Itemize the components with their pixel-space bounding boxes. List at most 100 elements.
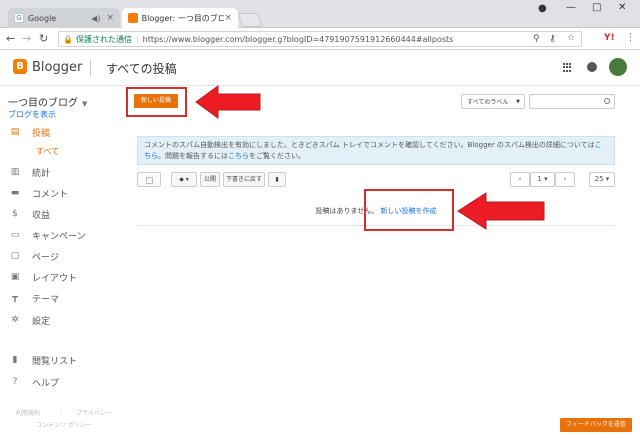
blogger-logo-icon[interactable]: B <box>13 59 27 74</box>
next-page-button[interactable]: › <box>555 172 575 187</box>
sidebar-item-reading-list[interactable]: ▮ 閲覧リスト <box>10 352 78 368</box>
chevron-down-icon: ▼ <box>82 100 88 108</box>
select-all-checkbox[interactable] <box>137 172 161 187</box>
annotation-box-new-post <box>126 87 187 117</box>
sidebar-item-label: キャンペーン <box>32 231 86 242</box>
label-menu-button[interactable]: ◆ ▾ <box>171 172 197 187</box>
help-icon: ? <box>12 377 18 387</box>
avatar[interactable] <box>609 58 627 76</box>
sidebar-item-help[interactable]: ? ヘルプ <box>10 374 59 390</box>
sidebar-item-label: 収益 <box>32 210 51 221</box>
tab-google[interactable]: G Google ◀) × <box>8 8 120 28</box>
dollar-icon: $ <box>12 209 18 219</box>
browser-tab-strip: G Google ◀) × Blogger: 一つ目のブログ - × ● — □… <box>0 0 640 28</box>
blogger-header: B Blogger すべての投稿 <box>0 50 640 86</box>
notice-text: をご覧ください。 <box>249 152 305 160</box>
search-icon[interactable] <box>604 98 610 104</box>
privacy-link[interactable]: プライバシー <box>76 408 112 417</box>
sidebar-item-settings[interactable]: ✲ 設定 <box>10 312 50 328</box>
posts-toolbar: ◆ ▾ 公開 下書きに戻す ▮ ‹ 1 ▾ › 25 ▾ <box>137 172 615 187</box>
new-tab-button[interactable] <box>237 13 263 27</box>
notice-text: コメントのスパム自動検出を有効にしました。ときどきスパム トレイでコメントを確認… <box>144 141 595 149</box>
sidebar-item-pages[interactable]: ▢ ページ <box>10 248 59 264</box>
menu-icon[interactable]: ⋮ <box>626 33 635 43</box>
address-bar[interactable]: 🔒 保護された通信 | https://www.blogger.com/blog… <box>58 31 582 47</box>
campaign-icon: ▭ <box>10 230 20 240</box>
sidebar-item-campaigns[interactable]: ▭ キャンペーン <box>10 227 86 243</box>
notice-text: 。問題を報告するには <box>158 152 228 160</box>
theme-icon: ┳ <box>12 293 18 303</box>
posts-icon: ▤ <box>10 127 20 137</box>
sidebar-item-label: ヘルプ <box>32 378 60 389</box>
speaker-icon: ◀) <box>91 13 101 23</box>
bookmark-icon: ▮ <box>12 355 18 365</box>
trash-icon[interactable]: ▮ <box>268 172 286 187</box>
star-icon[interactable]: ☆ <box>567 33 575 43</box>
terms-link[interactable]: 利用規約 <box>16 408 40 417</box>
content-policy-link[interactable]: コンテンツ ポリシー <box>36 420 92 429</box>
page-title: すべての投稿 <box>106 62 177 76</box>
sidebar-item-earnings[interactable]: $ 収益 <box>10 206 50 222</box>
close-icon[interactable]: × <box>224 13 232 23</box>
sidebar-item-label: 設定 <box>32 316 51 327</box>
notice-link-report[interactable]: こちら <box>228 152 249 160</box>
sidebar: 一つ目のブログ ▼ ブログを表示 ▤ 投稿 すべて ▥ 統計 ▬ コメント $ 収… <box>0 86 125 438</box>
per-page-value: 25 <box>594 175 604 183</box>
revert-to-draft-button[interactable]: 下書きに戻す <box>223 172 265 187</box>
sidebar-item-stats[interactable]: ▥ 統計 <box>10 164 50 180</box>
sidebar-item-label: 統計 <box>32 168 51 179</box>
reload-icon[interactable]: ↻ <box>39 32 48 45</box>
profile-icon[interactable]: ● <box>538 3 547 14</box>
forward-icon[interactable]: → <box>22 32 31 45</box>
publish-button[interactable]: 公開 <box>200 172 220 187</box>
sidebar-item-label: 投稿 <box>32 128 51 139</box>
labels-dropdown[interactable]: すべてのラベル ▼ <box>461 94 525 109</box>
sidebar-item-theme[interactable]: ┳ テーマ <box>10 290 59 306</box>
comment-icon: ▬ <box>10 188 20 198</box>
blogger-favicon-icon <box>128 13 138 23</box>
sidebar-item-layout[interactable]: ▣ レイアウト <box>10 269 77 285</box>
sidebar-item-label: 閲覧リスト <box>32 356 78 367</box>
blog-name: 一つ目のブログ <box>8 98 78 109</box>
annotation-arrow-icon <box>195 85 261 119</box>
per-page-select[interactable]: 25 ▾ <box>589 172 615 187</box>
maximize-icon[interactable]: □ <box>592 2 601 13</box>
address-separator: | <box>135 34 139 44</box>
view-blog-link[interactable]: ブログを表示 <box>8 109 56 120</box>
header-divider <box>90 59 91 77</box>
feedback-button[interactable]: フィードバックを送信 <box>560 418 632 432</box>
window-close-icon[interactable]: ✕ <box>618 2 626 13</box>
layout-icon: ▣ <box>10 272 20 282</box>
apps-grid-icon[interactable] <box>563 63 572 72</box>
tab-label: Google <box>28 13 57 23</box>
spam-notice: コメントのスパム自動検出を有効にしました。ときどきスパム トレイでコメントを確認… <box>137 136 615 165</box>
browser-toolbar: ← → ↻ 🔒 保護された通信 | https://www.blogger.co… <box>0 28 640 50</box>
labels-dropdown-value: すべてのラベル <box>467 99 509 106</box>
tab-blogger[interactable]: Blogger: 一つ目のブログ - × <box>122 8 238 28</box>
minimize-icon[interactable]: — <box>566 2 576 13</box>
tag-icon: ◆ <box>179 176 184 183</box>
lock-icon: 🔒 <box>63 34 73 44</box>
sidebar-item-posts[interactable]: ▤ 投稿 <box>10 124 50 140</box>
page-selector[interactable]: 1 ▾ <box>530 172 555 187</box>
footer-separator: | <box>60 408 63 415</box>
annotation-arrow-icon <box>457 192 545 230</box>
close-icon[interactable]: × <box>106 13 114 23</box>
sidebar-subitem-all[interactable]: すべて <box>36 146 59 157</box>
blog-selector[interactable]: 一つ目のブログ ▼ <box>8 94 87 109</box>
prev-page-button[interactable]: ‹ <box>510 172 530 187</box>
gear-icon: ✲ <box>11 315 19 325</box>
stats-icon: ▥ <box>10 167 20 177</box>
back-icon[interactable]: ← <box>6 32 15 45</box>
app-name[interactable]: Blogger <box>32 60 82 75</box>
notifications-icon[interactable] <box>587 62 597 72</box>
search-input[interactable] <box>529 94 615 109</box>
sidebar-item-label: レイアウト <box>32 273 78 284</box>
search-icon[interactable]: ⚲ <box>533 34 540 44</box>
sidebar-item-label: テーマ <box>32 294 60 305</box>
page-number: 1 <box>537 175 542 183</box>
sidebar-item-comments[interactable]: ▬ コメント <box>10 185 68 201</box>
key-icon[interactable]: ⚷ <box>549 34 556 44</box>
chevron-down-icon: ▾ <box>185 176 189 183</box>
yahoo-extension-icon[interactable]: Y! <box>604 33 615 43</box>
